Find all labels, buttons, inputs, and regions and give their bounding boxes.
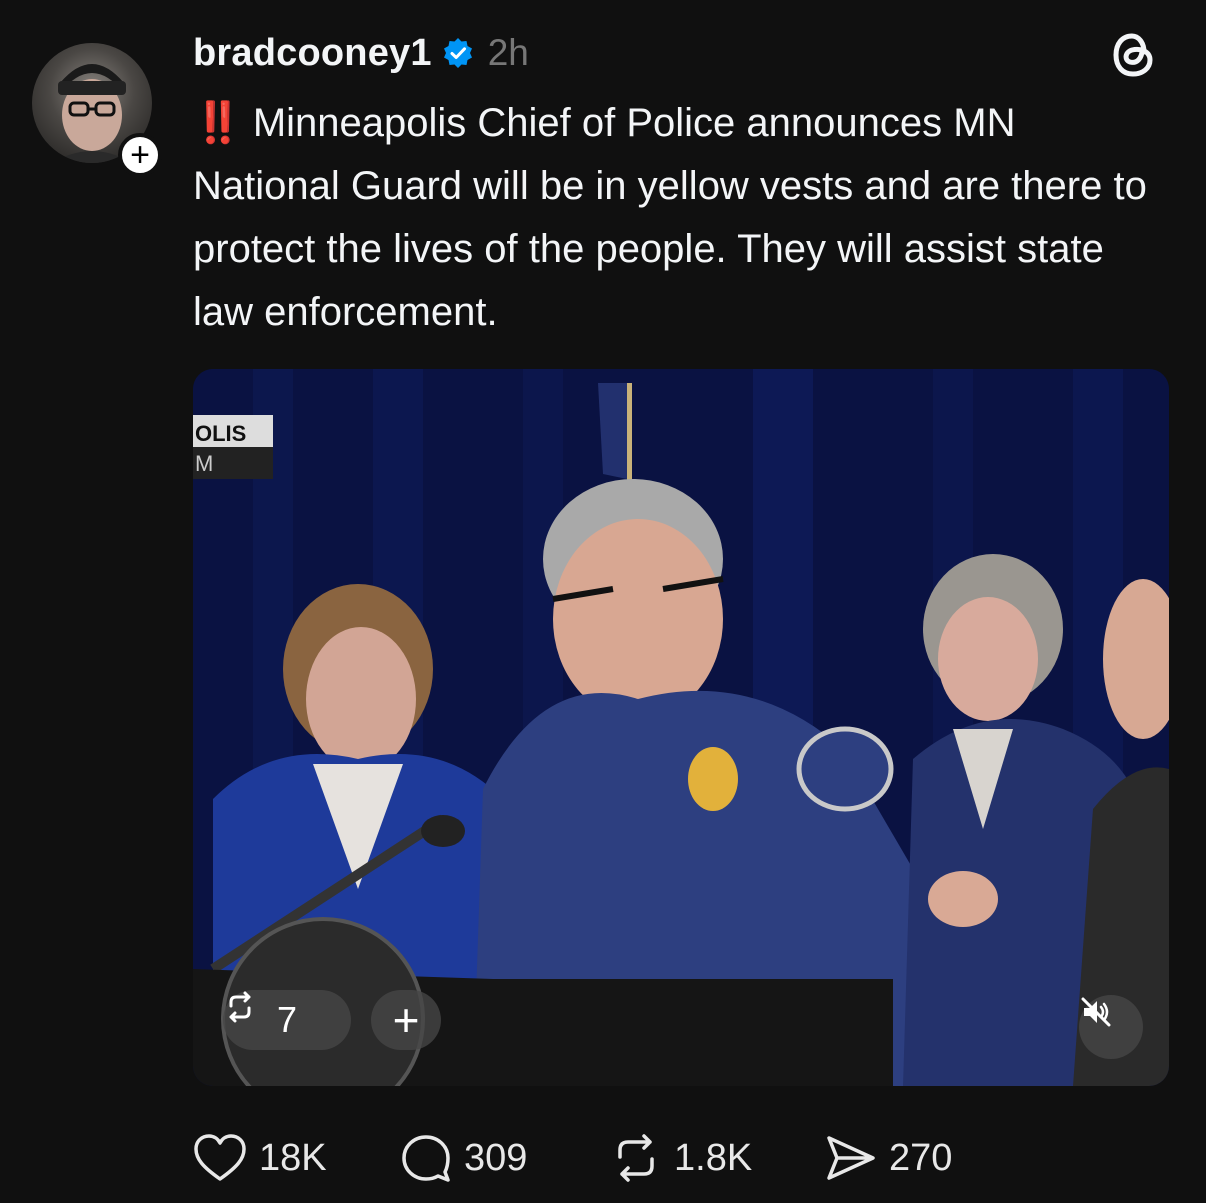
heart-icon (194, 1134, 246, 1181)
repost-icon (229, 991, 251, 1023)
threads-logo-icon[interactable] (1110, 30, 1156, 80)
comment-icon (402, 1135, 450, 1182)
post-header: bradcooney1 2h (193, 28, 529, 78)
reply-button[interactable]: 309 (400, 1132, 527, 1184)
repost-icon (618, 1134, 654, 1182)
plus-icon: + (130, 136, 150, 174)
follow-button[interactable]: + (118, 133, 162, 177)
verified-badge-icon (443, 38, 472, 68)
share-count: 270 (889, 1136, 953, 1179)
video-frame: OLIS M (193, 369, 1169, 1086)
plus-icon: + (392, 994, 420, 1046)
post-text: Minneapolis Chief of Police announces MN… (193, 101, 1147, 334)
mute-icon (1081, 997, 1111, 1027)
post-video[interactable]: OLIS M 7 + (193, 369, 1169, 1086)
repost-button[interactable]: 1.8K (610, 1133, 752, 1183)
sign-text: OLIS (195, 421, 246, 446)
like-button[interactable]: 18K (193, 1133, 327, 1183)
sign-subtext: M (195, 451, 213, 476)
share-button[interactable]: 270 (825, 1133, 952, 1183)
post-time: 2h (487, 32, 529, 73)
avatar-container[interactable]: + (32, 43, 162, 177)
double-exclamation-emoji: ‼️ (193, 101, 243, 145)
reply-count: 309 (464, 1136, 528, 1179)
send-icon (827, 1136, 875, 1180)
post-body: ‼️ Minneapolis Chief of Police announces … (193, 92, 1163, 344)
like-count: 18K (259, 1136, 327, 1179)
media-repost-count-button[interactable]: 7 (223, 990, 351, 1050)
mute-toggle-button[interactable] (1079, 995, 1143, 1059)
username[interactable]: bradcooney1 (193, 32, 432, 75)
media-repost-count: 7 (276, 999, 298, 1040)
repost-count: 1.8K (674, 1136, 753, 1179)
media-add-button[interactable]: + (371, 990, 441, 1050)
